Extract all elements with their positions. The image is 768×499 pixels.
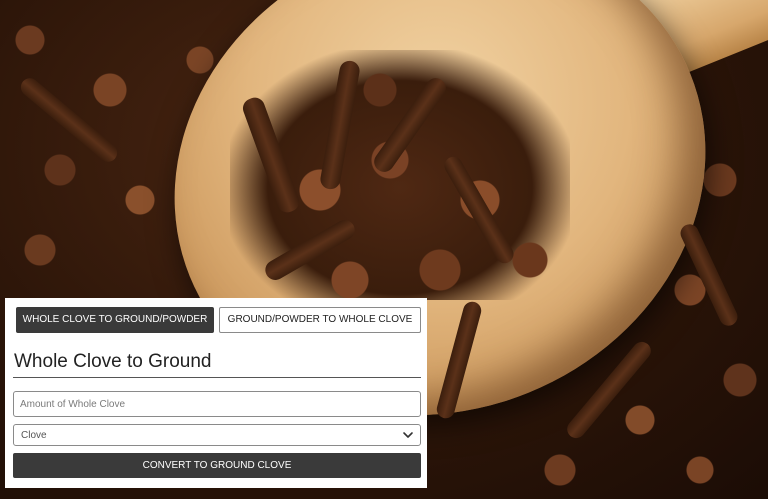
tab-ground-to-whole[interactable]: GROUND/POWDER TO WHOLE CLOVE (219, 307, 421, 333)
amount-input[interactable] (13, 391, 421, 417)
converter-title: Whole Clove to Ground (14, 351, 212, 372)
unit-select-value: Clove (21, 430, 47, 441)
chevron-down-icon (403, 432, 413, 438)
clove-stem (17, 74, 121, 166)
convert-button[interactable]: CONVERT TO GROUND CLOVE (13, 453, 421, 478)
clove-converter-panel: WHOLE CLOVE TO GROUND/POWDER GROUND/POWD… (5, 298, 427, 488)
title-divider (13, 377, 421, 378)
clove-stem (677, 221, 741, 329)
unit-select[interactable]: Clove (13, 424, 421, 446)
tab-whole-to-ground[interactable]: WHOLE CLOVE TO GROUND/POWDER (16, 307, 214, 333)
